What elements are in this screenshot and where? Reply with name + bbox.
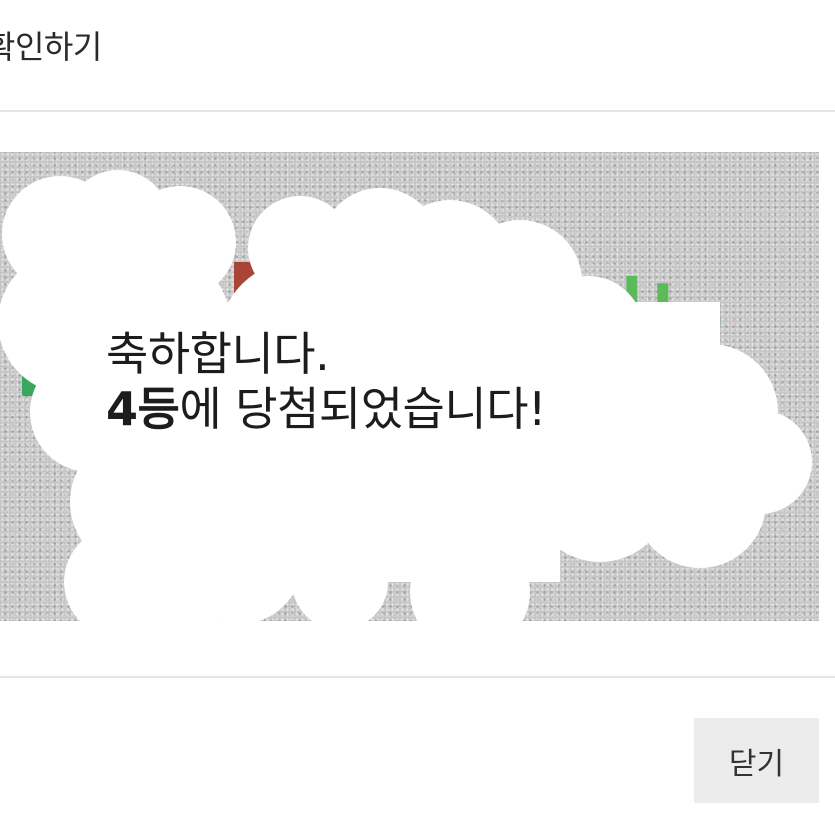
dialog-header: 확인하기 <box>0 0 835 112</box>
result-message: 축하합니다. 4등에 당첨되었습니다! <box>106 327 546 437</box>
dialog-title: 확인하기 <box>0 28 102 66</box>
dialog-footer: 닫기 <box>0 676 835 837</box>
close-button[interactable]: 닫기 <box>694 718 819 803</box>
scratch-card[interactable]: 지노 <box>0 152 819 621</box>
prize-line: 4등에 당첨되었습니다! <box>106 382 546 437</box>
prize-line-rest: 에 당첨되었습니다! <box>179 382 546 436</box>
prize-rank: 4등 <box>106 382 180 436</box>
congrats-line: 축하합니다. <box>106 327 330 381</box>
